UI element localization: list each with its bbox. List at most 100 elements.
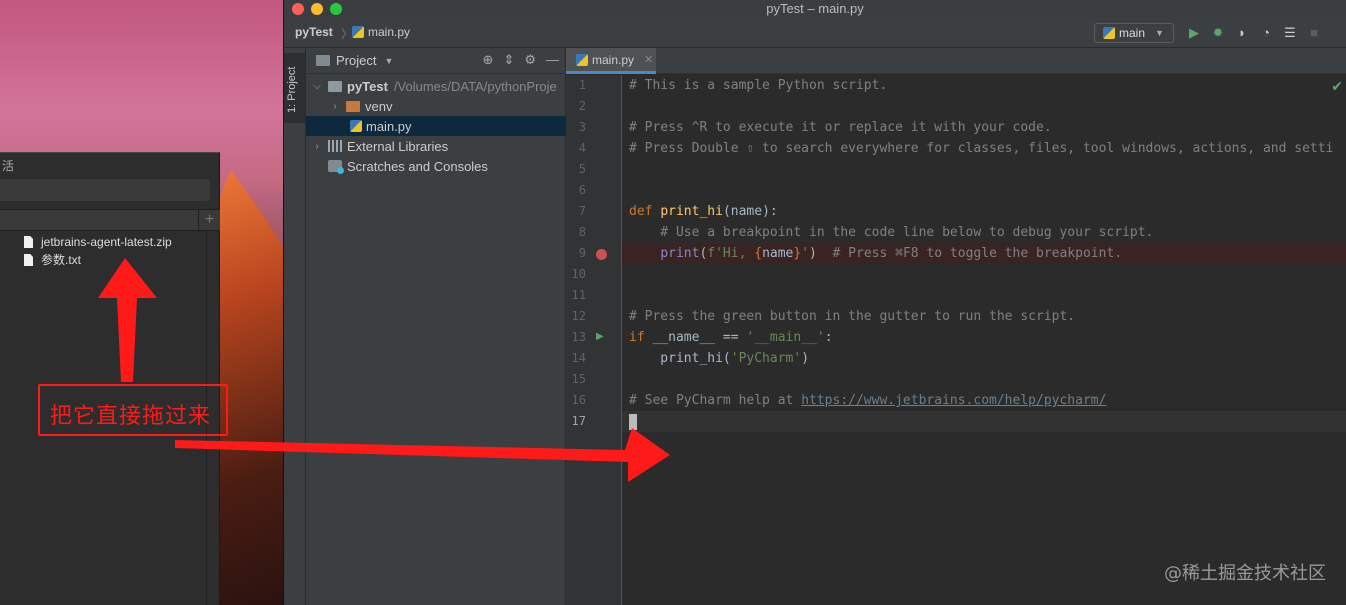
project-panel: Project ▼ ⊕ ⇕ ⚙ — ⌵ pyTest /Volumes/DATA…: [306, 48, 566, 605]
tree-item-scratches[interactable]: Scratches and Consoles: [306, 156, 566, 176]
run-configuration-label: main: [1119, 26, 1146, 40]
line-number: 15: [571, 372, 586, 386]
python-icon: [1103, 27, 1115, 39]
run-configuration-selector[interactable]: main ▼: [1094, 23, 1174, 43]
code-line[interactable]: if __name__ == '__main__':: [629, 327, 833, 348]
tree-item-venv[interactable]: › venv: [306, 96, 566, 116]
line-number: 16: [571, 393, 586, 407]
python-file-icon: [352, 26, 364, 38]
project-tool-tab[interactable]: 1: Project: [284, 53, 305, 123]
folder-icon: [316, 55, 330, 66]
code-editor: main.py ✕ 1 2 3 4 5 6 7 8 9 10 11 12 13: [566, 48, 1346, 605]
library-icon: [328, 140, 342, 152]
current-line-highlight: [566, 411, 1346, 432]
tree-item-label: venv: [365, 98, 393, 114]
annotation-text: 把它直接拖过来: [50, 404, 212, 429]
window-titlebar: pyTest – main.py: [284, 0, 1346, 18]
line-number: 6: [578, 183, 586, 197]
stop-icon[interactable]: ■: [1306, 25, 1322, 41]
finder-tab-bar: +: [0, 209, 220, 232]
project-panel-header: Project ▼ ⊕ ⇕ ⚙ —: [306, 48, 565, 74]
chevron-down-icon: ⌵: [313, 80, 321, 92]
folder-icon: [328, 80, 342, 92]
minimize-window-button[interactable]: [311, 3, 323, 15]
breakpoint-icon[interactable]: [596, 249, 607, 260]
breadcrumb-file[interactable]: main.py: [352, 25, 410, 39]
code-line[interactable]: # See PyCharm help at https://www.jetbra…: [629, 390, 1106, 411]
document-icon: [24, 254, 33, 266]
editor-tab-main-py[interactable]: main.py ✕: [566, 48, 656, 74]
inspection-ok-icon[interactable]: ✔: [1331, 78, 1343, 95]
editor-tab-label: main.py: [592, 52, 635, 67]
desktop: 活 + jetbrains-agent-latest.zip 参数.txt py…: [0, 0, 1346, 605]
finder-title: 活: [2, 159, 15, 173]
scratches-icon: [328, 160, 344, 174]
line-number: 14: [571, 351, 586, 365]
close-window-button[interactable]: [292, 3, 304, 15]
watermark: @稀土掘金技术社区: [1164, 563, 1326, 584]
breadcrumb-project[interactable]: pyTest: [295, 25, 333, 39]
hide-icon[interactable]: —: [546, 52, 559, 68]
profile-icon[interactable]: ◔: [1258, 25, 1274, 41]
tree-item-external-libraries[interactable]: › External Libraries: [306, 136, 566, 156]
tree-item-label: Scratches and Consoles: [347, 158, 488, 174]
editor-gutter[interactable]: 1 2 3 4 5 6 7 8 9 10 11 12 13 14 15 16 1…: [566, 75, 622, 605]
line-number: 3: [578, 120, 586, 134]
line-number: 17: [571, 414, 586, 428]
finder-file-item[interactable]: 参数.txt: [24, 251, 81, 269]
tree-item-label: External Libraries: [347, 138, 449, 154]
code-line[interactable]: # Use a breakpoint in the code line belo…: [629, 222, 1153, 243]
line-number: 10: [571, 267, 586, 281]
tree-item-main-py[interactable]: main.py: [306, 116, 566, 136]
python-file-icon: [576, 53, 588, 66]
tree-item-project-root[interactable]: ⌵ pyTest /Volumes/DATA/pythonProje: [306, 76, 566, 96]
zoom-window-button[interactable]: [330, 3, 342, 15]
close-icon[interactable]: ✕: [644, 53, 653, 66]
file-name: jetbrains-agent-latest.zip: [41, 235, 172, 249]
project-view-selector[interactable]: Project ▼: [316, 53, 393, 68]
code-line[interactable]: def print_hi(name):: [629, 201, 778, 222]
add-tab-button[interactable]: +: [198, 210, 220, 232]
window-controls: [292, 3, 342, 15]
collapse-all-icon[interactable]: ⇕: [503, 52, 514, 68]
line-number: 8: [578, 225, 586, 239]
run-icon[interactable]: ▶: [1186, 25, 1202, 41]
finder-search-field[interactable]: [0, 179, 210, 201]
python-file-icon: [350, 120, 362, 132]
debug-icon[interactable]: ✹: [1210, 25, 1226, 41]
tool-window-strip: 1: Project: [284, 48, 306, 605]
project-tool-tab-label: 1: Project: [286, 66, 298, 113]
locate-icon[interactable]: ⊕: [483, 52, 494, 68]
line-number: 13: [571, 330, 586, 344]
editor-tab-bar: main.py ✕: [566, 48, 1346, 74]
chevron-down-icon: ▼: [1155, 28, 1164, 38]
chevron-down-icon: ▼: [384, 55, 394, 66]
line-number: 11: [571, 288, 586, 302]
gear-icon[interactable]: ⚙: [524, 52, 536, 68]
line-number: 7: [578, 204, 586, 218]
run-gutter-icon[interactable]: ▶: [596, 331, 604, 342]
code-line[interactable]: print_hi('PyCharm'): [629, 348, 809, 369]
tree-item-label: main.py: [366, 118, 412, 134]
line-number: 1: [578, 78, 586, 92]
project-panel-tools: ⊕ ⇕ ⚙ —: [483, 52, 559, 68]
chevron-right-icon: ›: [333, 100, 337, 112]
concurrency-icon[interactable]: ☰: [1282, 25, 1298, 41]
code-line[interactable]: # Press ^R to execute it or replace it w…: [629, 117, 1052, 138]
folder-icon: [346, 100, 360, 112]
line-number: 2: [578, 99, 586, 113]
line-number: 9: [578, 246, 586, 260]
chevron-right-icon: ›: [315, 140, 319, 152]
line-number: 12: [571, 309, 586, 323]
finder-window: 活 + jetbrains-agent-latest.zip 参数.txt: [0, 152, 220, 605]
finder-file-item[interactable]: jetbrains-agent-latest.zip: [24, 233, 172, 251]
navigation-bar: pyTest 〉 main.py main ▼ ▶ ✹ ◗ ◔ ☰ ■: [284, 18, 1346, 48]
text-cursor[interactable]: [629, 411, 637, 432]
code-line[interactable]: # Press Double ⇧ to search everywhere fo…: [629, 138, 1333, 159]
code-line[interactable]: # Press the green button in the gutter t…: [629, 306, 1075, 327]
coverage-icon[interactable]: ◗: [1234, 25, 1250, 41]
file-name: 参数.txt: [41, 253, 82, 267]
project-panel-title: Project: [336, 53, 377, 68]
code-line[interactable]: # This is a sample Python script.: [629, 75, 887, 96]
code-line[interactable]: print(f'Hi, {name}') # Press ⌘F8 to togg…: [629, 243, 1122, 264]
